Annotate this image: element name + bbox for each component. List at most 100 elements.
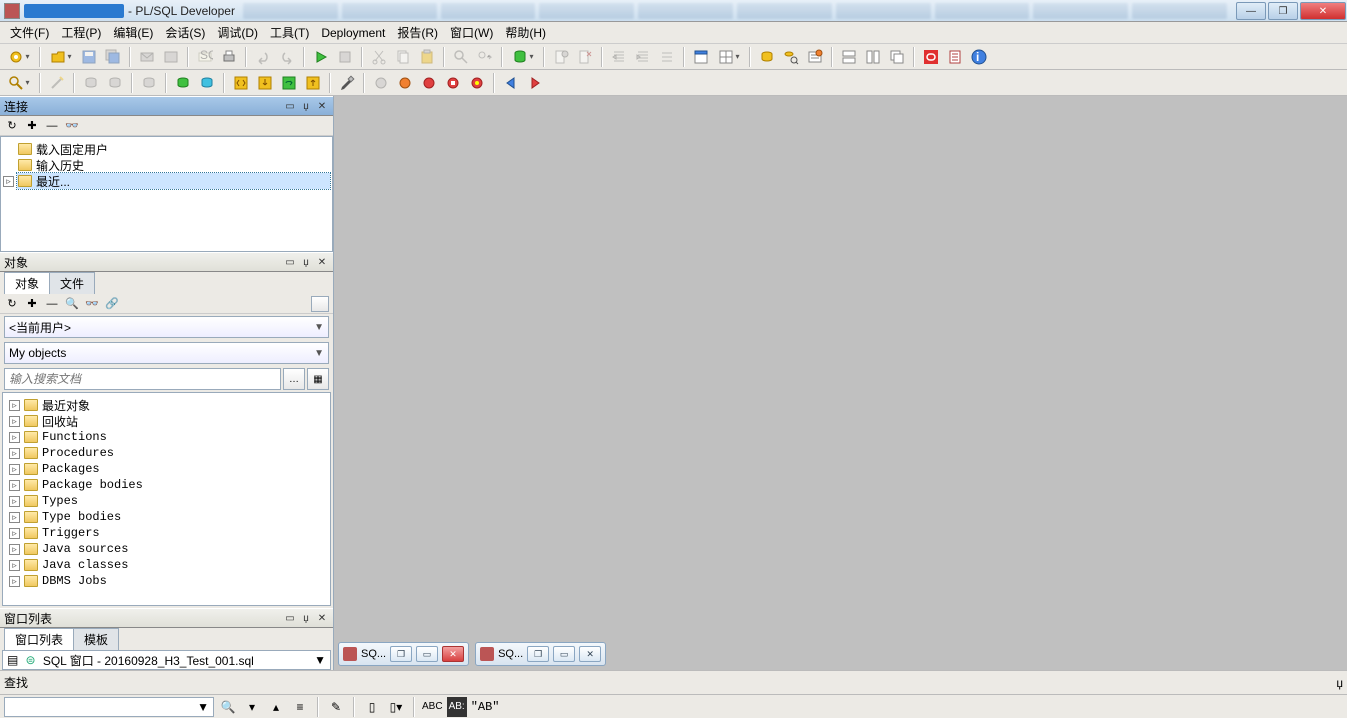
- task-max-button[interactable]: ▭: [416, 646, 438, 662]
- menu-debug[interactable]: 调试(D): [211, 22, 264, 43]
- db-nav-button[interactable]: [508, 46, 538, 68]
- object-tree-item[interactable]: ▹Java classes: [19, 557, 328, 573]
- mdi-task[interactable]: SQ... ❐ ▭ ✕: [475, 642, 606, 666]
- copy-button[interactable]: [392, 46, 414, 68]
- cut-button[interactable]: [368, 46, 390, 68]
- task-max-button[interactable]: ▭: [553, 646, 575, 662]
- step-into-button[interactable]: [254, 72, 276, 94]
- menu-project[interactable]: 工程(P): [55, 22, 107, 43]
- find-icon[interactable]: 🔍: [218, 697, 238, 717]
- menu-edit[interactable]: 编辑(E): [107, 22, 159, 43]
- paste-button[interactable]: [416, 46, 438, 68]
- tab-objects[interactable]: 对象: [4, 272, 50, 294]
- obj-box-button[interactable]: [311, 296, 329, 312]
- panel-dropdown-icon[interactable]: ▭: [283, 99, 297, 113]
- task-close-button[interactable]: ✕: [442, 646, 464, 662]
- expand-icon[interactable]: ▹: [9, 448, 20, 459]
- explain-button[interactable]: [230, 72, 252, 94]
- conn-tree-item[interactable]: 载入固定用户: [17, 141, 330, 157]
- cascade-button[interactable]: [886, 46, 908, 68]
- object-tree-item[interactable]: ▹回收站: [19, 413, 328, 429]
- execute-button[interactable]: [310, 46, 332, 68]
- objects-panel-header[interactable]: 对象 ▭ џ ✕: [0, 252, 333, 272]
- db-action2-button[interactable]: [104, 72, 126, 94]
- tab-files[interactable]: 文件: [49, 272, 95, 294]
- minimize-button[interactable]: —: [1236, 2, 1266, 20]
- add-icon[interactable]: ✚: [24, 118, 40, 134]
- panel-close-icon[interactable]: ✕: [315, 611, 329, 625]
- expand-icon[interactable]: ▹: [9, 528, 20, 539]
- list-dd-icon[interactable]: ▯▾: [386, 697, 406, 717]
- conn-tree-item[interactable]: ▹ 最近...: [17, 173, 330, 189]
- bp2-button[interactable]: [394, 72, 416, 94]
- link-icon[interactable]: 🔗: [104, 296, 120, 312]
- find-icon[interactable]: 🔍: [64, 296, 80, 312]
- commit-button[interactable]: [172, 72, 194, 94]
- tab-windowlist[interactable]: 窗口列表: [4, 628, 74, 650]
- expand-icon[interactable]: ▹: [9, 576, 20, 587]
- remove-icon[interactable]: —: [44, 296, 60, 312]
- bp1-button[interactable]: [370, 72, 392, 94]
- oracle-button[interactable]: [920, 46, 942, 68]
- help-button[interactable]: i: [968, 46, 990, 68]
- db-action3-button[interactable]: [138, 72, 160, 94]
- expand-icon[interactable]: ▹: [9, 496, 20, 507]
- tile-horiz-button[interactable]: [838, 46, 860, 68]
- connections-panel-header[interactable]: 连接 ▭ џ ✕: [0, 96, 333, 116]
- capture-button[interactable]: [160, 46, 182, 68]
- outdent-button[interactable]: [632, 46, 654, 68]
- windowlist-item[interactable]: ▤ ⊜ SQL 窗口 - 20160928_H3_Test_001.sql ▼: [2, 650, 331, 670]
- panel-dropdown-icon[interactable]: ▭: [283, 611, 297, 625]
- expand-icon[interactable]: ▹: [9, 464, 20, 475]
- redo-button[interactable]: [276, 46, 298, 68]
- stop-button[interactable]: [334, 46, 356, 68]
- bp5-button[interactable]: [466, 72, 488, 94]
- find-db-button[interactable]: [780, 46, 802, 68]
- compile-button[interactable]: [804, 46, 826, 68]
- sql-button[interactable]: SQL: [194, 46, 216, 68]
- highlight-icon[interactable]: ≡: [290, 697, 310, 717]
- email-button[interactable]: [136, 46, 158, 68]
- comment-button[interactable]: [656, 46, 678, 68]
- page-icon[interactable]: ▯: [362, 697, 382, 717]
- menu-window[interactable]: 窗口(W): [444, 22, 499, 43]
- add-icon[interactable]: ✚: [24, 296, 40, 312]
- find-button[interactable]: [450, 46, 472, 68]
- menu-session[interactable]: 会话(S): [159, 22, 211, 43]
- expand-icon[interactable]: ▹: [9, 560, 20, 571]
- chevron-down-icon[interactable]: ▼: [314, 653, 326, 667]
- clear-bookmark-button[interactable]: [574, 46, 596, 68]
- object-tree-item[interactable]: ▹Triggers: [19, 525, 328, 541]
- tile-vert-button[interactable]: [862, 46, 884, 68]
- object-search-input[interactable]: [4, 368, 281, 390]
- refresh-icon[interactable]: ↻: [4, 296, 20, 312]
- save-all-button[interactable]: [102, 46, 124, 68]
- open-button[interactable]: [46, 46, 76, 68]
- find-next-button[interactable]: [474, 46, 496, 68]
- panel-close-icon[interactable]: ✕: [315, 255, 329, 269]
- export-button[interactable]: [944, 46, 966, 68]
- panel-pin-icon[interactable]: џ: [299, 255, 313, 269]
- expand-icon[interactable]: ▹: [3, 176, 14, 187]
- preferences-button[interactable]: [336, 72, 358, 94]
- object-tree-item[interactable]: ▹Java sources: [19, 541, 328, 557]
- print-button[interactable]: [218, 46, 240, 68]
- rollback-button[interactable]: [196, 72, 218, 94]
- conn-tree-item[interactable]: 输入历史: [17, 157, 330, 173]
- appearance-button[interactable]: [714, 46, 744, 68]
- undo-button[interactable]: [252, 46, 274, 68]
- refresh-icon[interactable]: ↻: [4, 118, 20, 134]
- search-grid-button[interactable]: ▦: [307, 368, 329, 390]
- toggle-bookmark-button[interactable]: [550, 46, 572, 68]
- bp3-button[interactable]: [418, 72, 440, 94]
- object-tree-item[interactable]: ▹最近对象: [19, 397, 328, 413]
- bp4-button[interactable]: [442, 72, 464, 94]
- new-button[interactable]: [4, 46, 34, 68]
- object-tree-item[interactable]: ▹Procedures: [19, 445, 328, 461]
- menu-help[interactable]: 帮助(H): [499, 22, 552, 43]
- search-more-button[interactable]: …: [283, 368, 305, 390]
- object-tree-item[interactable]: ▹Types: [19, 493, 328, 509]
- object-tree-item[interactable]: ▹Functions: [19, 429, 328, 445]
- menu-file[interactable]: 文件(F): [4, 22, 55, 43]
- find-pin-icon[interactable]: џ: [1336, 676, 1343, 690]
